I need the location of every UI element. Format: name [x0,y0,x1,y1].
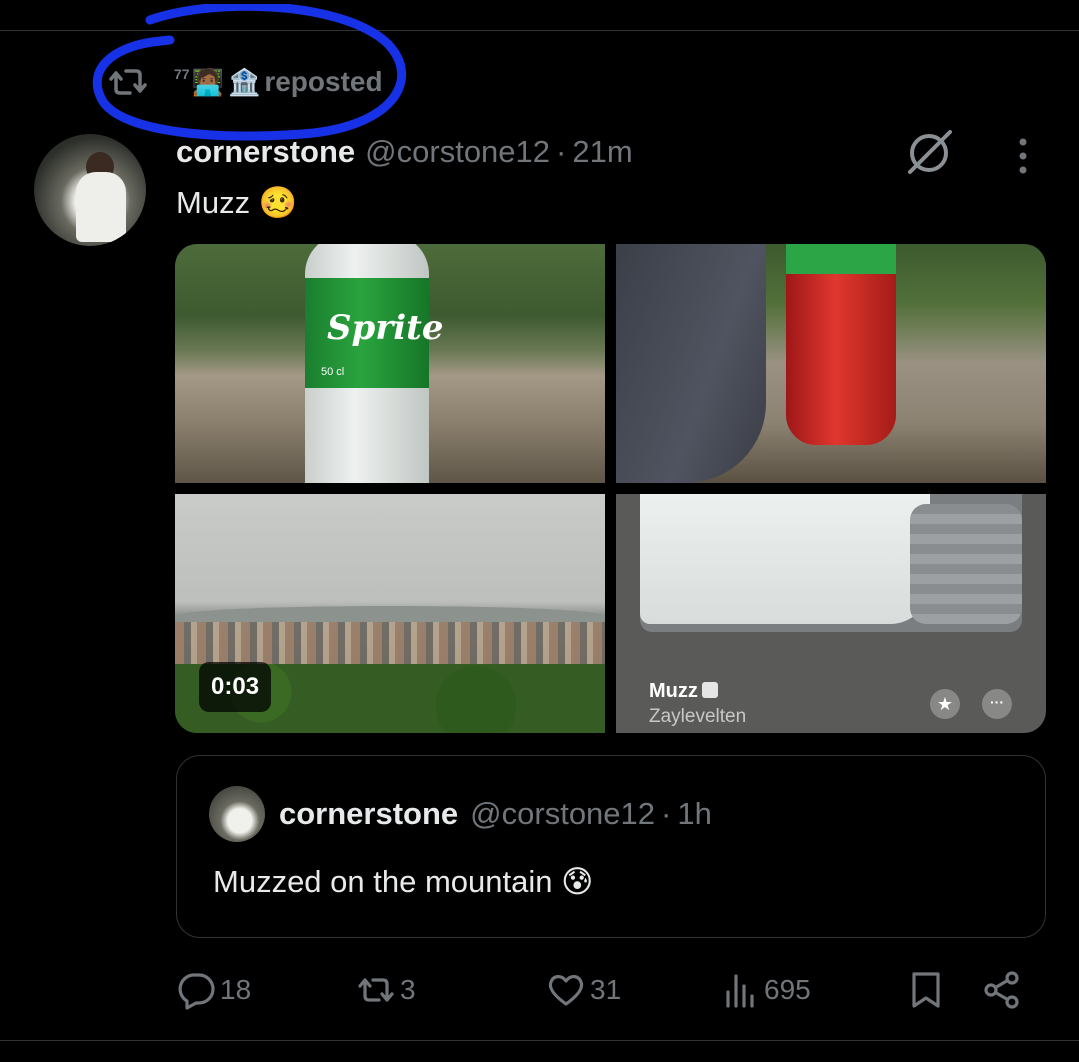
views-count: 695 [764,974,811,1005]
quote-header: cornerstone @corstone12 · 1h [279,796,712,832]
reply-button[interactable]: 18 [176,966,251,1014]
avatar[interactable] [34,134,146,246]
quote-avatar [209,786,265,842]
timestamp[interactable]: 21m [572,134,632,170]
quote-timestamp: 1h [677,796,712,831]
reply-icon [178,973,215,1010]
reposted-label: reposted [264,66,383,97]
quote-display-name: cornerstone [279,796,459,831]
grok-icon[interactable] [904,128,954,176]
star-icon[interactable]: ★ [930,689,960,719]
bottle-volume: 50 cl [321,366,345,378]
post-header: cornerstone @corstone12 · 21m [176,134,633,170]
music-title: Muzz [649,680,718,703]
repost-count: 3 [400,974,416,1005]
post-text: Muzz 🥴 [176,185,298,220]
quote-separator: · [661,796,672,831]
repost-header[interactable]: 77 🧑🏾‍💻 🏦 reposted [108,62,383,102]
reply-count: 18 [220,974,252,1005]
car-seat [910,504,1022,624]
red-bottle [786,244,896,445]
repost-name-number: 77 [174,66,190,82]
bottle-label: Sprite 50 cl [305,278,444,388]
red-bottle-label [786,244,896,274]
like-button[interactable]: 31 [546,966,621,1014]
music-title-text: Muzz [649,680,698,702]
bookmark-icon [912,972,940,1008]
repost-button[interactable]: 3 [356,966,416,1014]
shirt-body [640,494,930,624]
technologist-emoji: 🧑🏾‍💻 [191,66,224,97]
bottle-brand: Sprite [327,308,444,348]
explicit-badge [701,682,718,698]
top-divider [0,30,1079,31]
media-video-landscape[interactable]: 0:03 [175,494,605,733]
video-duration-badge: 0:03 [199,662,272,712]
separator: · [556,134,567,169]
views-button[interactable]: 695 [720,966,811,1014]
views-icon [726,974,754,1008]
bottom-divider [0,1040,1079,1041]
quote-text: Muzzed on the mountain 😰 [213,864,594,899]
share-icon [984,971,1019,1009]
handle[interactable]: @corstone12 [365,134,550,170]
share-button[interactable] [982,966,1022,1014]
media-image-sprite-bottle[interactable]: Sprite 50 cl [175,244,605,483]
music-more-icon[interactable]: ··· [982,689,1012,719]
media-image-music-screenshot[interactable]: Muzz Zaylevelten ★ ··· [616,494,1046,733]
media-image-red-bottle[interactable] [616,244,1046,483]
bookmark-button[interactable] [906,966,946,1014]
display-name[interactable]: cornerstone [176,134,355,170]
avatar-shirt [76,172,126,242]
more-icon[interactable] [1012,136,1034,176]
bottle: Sprite 50 cl [305,244,444,483]
repost-icon [109,69,147,95]
like-count: 31 [590,974,622,1005]
quoted-post[interactable]: cornerstone @corstone12 · 1h Muzzed on t… [176,755,1046,938]
music-artist: Zaylevelten [649,706,747,727]
like-icon [548,975,584,1006]
bank-emoji: 🏦 [227,66,261,97]
music-cover-photo [640,494,1022,632]
sleeve [616,244,766,483]
quote-handle: @corstone12 [470,796,656,831]
repost-icon [358,978,394,1002]
